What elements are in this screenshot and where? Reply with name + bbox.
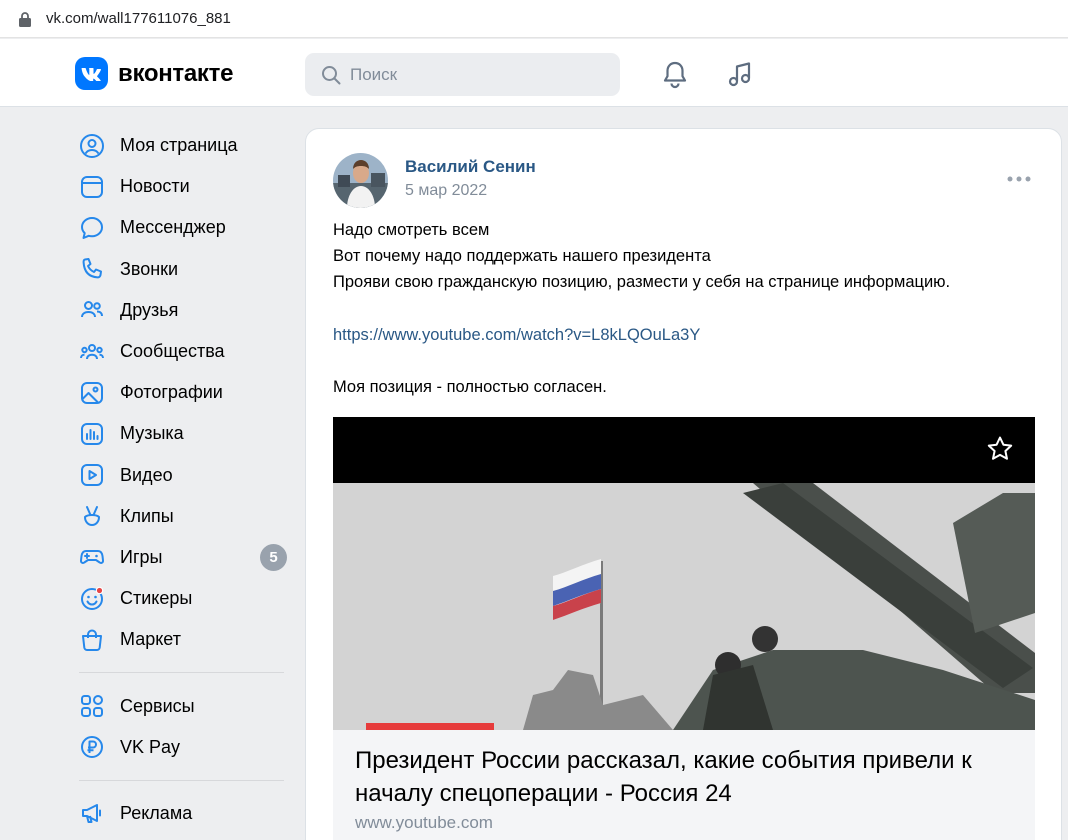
- attachment-domain: www.youtube.com: [355, 813, 493, 832]
- nav-label: Новости: [120, 176, 190, 197]
- nav-item-calls[interactable]: Звонки: [72, 249, 290, 290]
- nav-item-music[interactable]: Музыка: [72, 413, 290, 454]
- music-icon: [79, 421, 105, 447]
- search-box[interactable]: [305, 53, 620, 96]
- nav-divider: [79, 672, 284, 674]
- ads-icon: [79, 800, 105, 826]
- music-note-icon[interactable]: [725, 59, 755, 89]
- post-author-name[interactable]: Василий Сенин: [405, 157, 536, 177]
- nav-item-messenger[interactable]: Мессенджер: [72, 207, 290, 248]
- video-attachment[interactable]: Президент России рассказал, какие событи…: [333, 417, 1035, 840]
- phone-icon: [79, 256, 105, 282]
- video-icon: [79, 462, 105, 488]
- vkpay-icon: [79, 734, 105, 760]
- post-text-line: Моя позиция - полностью согласен.: [333, 378, 607, 396]
- nav-item-games[interactable]: Игры 5: [72, 537, 290, 578]
- star-bookmark-icon[interactable]: [985, 434, 1015, 464]
- nav-item-market[interactable]: Маркет: [72, 619, 290, 660]
- message-icon: [79, 215, 105, 241]
- nav-divider: [79, 779, 284, 781]
- browser-address-bar[interactable]: vk.com/wall177611076_881: [0, 0, 1068, 38]
- nav-item-vk-pay[interactable]: VK Pay: [72, 727, 290, 768]
- search-icon: [322, 65, 341, 84]
- nav-label: Маркет: [120, 629, 181, 650]
- top-header: вконтакте: [0, 39, 1068, 107]
- user-circle-icon: [79, 133, 105, 159]
- vk-logo-icon: [75, 57, 108, 90]
- post-text-line: Надо смотреть всем: [333, 221, 490, 239]
- nav-label: Клипы: [120, 505, 174, 526]
- nav-label: Сообщества: [120, 341, 225, 362]
- attachment-title[interactable]: Президент России рассказал, какие событи…: [355, 744, 1025, 810]
- nav-label: VK Pay: [120, 736, 181, 757]
- clips-icon: [79, 503, 105, 529]
- nav-item-stickers[interactable]: Стикеры: [72, 578, 290, 619]
- nav-label: Музыка: [120, 423, 184, 444]
- nav-item-clips[interactable]: Клипы: [72, 496, 290, 537]
- services-icon: [79, 693, 105, 719]
- communities-icon: [79, 339, 105, 365]
- nav-label: Стикеры: [120, 588, 193, 609]
- lock-icon: [19, 12, 31, 27]
- newsfeed-icon: [79, 174, 105, 200]
- nav-item-my-page[interactable]: Моя страница: [72, 125, 290, 166]
- nav-item-news[interactable]: Новости: [72, 166, 290, 207]
- market-icon: [79, 627, 105, 653]
- nav-label: Игры: [120, 546, 163, 567]
- logo-text: вконтакте: [118, 59, 234, 87]
- nav-label: Звонки: [120, 258, 179, 279]
- nav-label: Мессенджер: [120, 217, 226, 238]
- post-text-line: Вот почему надо поддержать нашего презид…: [333, 247, 711, 265]
- post-text-line: Прояви свою гражданскую позицию, размест…: [333, 273, 951, 291]
- left-navigation: Моя страница Новости Мессенджер Звонки Д…: [72, 125, 290, 834]
- post-youtube-link[interactable]: https://www.youtube.com/watch?v=L8kLQOuL…: [333, 326, 700, 345]
- video-thumbnail-top-bar: [333, 417, 1035, 483]
- nav-label: Фотографии: [120, 382, 223, 403]
- games-icon: [79, 544, 105, 570]
- nav-item-friends[interactable]: Друзья: [72, 290, 290, 331]
- video-thumbnail-image: [333, 483, 1035, 730]
- vk-logo[interactable]: вконтакте: [75, 57, 233, 90]
- nav-label: Видео: [120, 464, 173, 485]
- author-avatar[interactable]: [333, 153, 388, 208]
- nav-item-photos[interactable]: Фотографии: [72, 372, 290, 413]
- stickers-icon: [79, 586, 105, 612]
- nav-item-services[interactable]: Сервисы: [72, 685, 290, 726]
- games-counter-badge: 5: [260, 543, 287, 571]
- nav-label: Реклама: [120, 802, 193, 823]
- nav-item-ads[interactable]: Реклама: [72, 793, 290, 834]
- wall-post: Василий Сенин 5 мар 2022 Надо смотреть в…: [305, 128, 1062, 840]
- nav-item-communities[interactable]: Сообщества: [72, 331, 290, 372]
- search-input[interactable]: [350, 64, 600, 85]
- nav-label: Сервисы: [120, 695, 195, 716]
- post-date[interactable]: 5 мар 2022: [405, 182, 487, 200]
- more-options-icon[interactable]: [1006, 169, 1032, 189]
- nav-label: Моя страница: [120, 135, 238, 156]
- browser-url[interactable]: vk.com/wall177611076_881: [46, 10, 231, 27]
- notifications-bell-icon[interactable]: [660, 59, 690, 89]
- nav-label: Друзья: [120, 299, 179, 320]
- nav-item-video[interactable]: Видео: [72, 455, 290, 496]
- friends-icon: [79, 297, 105, 323]
- photos-icon: [79, 380, 105, 406]
